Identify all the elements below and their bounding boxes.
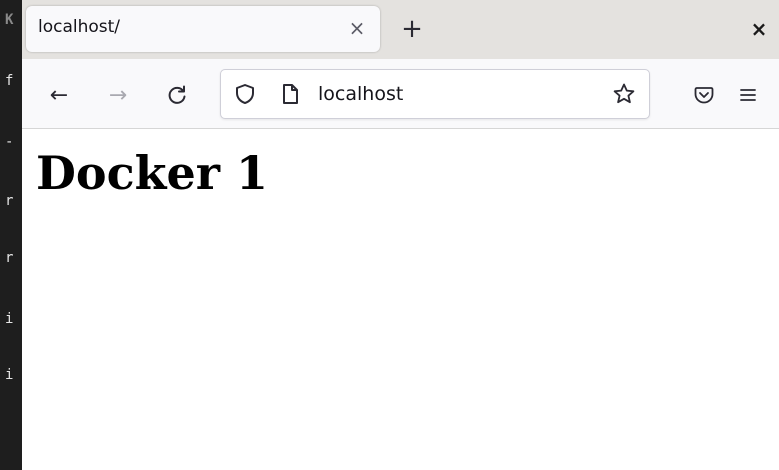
tab-strip: localhost/ × + ×: [22, 0, 779, 59]
tab-close-icon[interactable]: ×: [344, 15, 370, 41]
back-arrow-icon[interactable]: ←: [44, 80, 74, 110]
reload-icon-glyph: [168, 85, 186, 104]
terminal-line: -: [5, 134, 14, 150]
window-close-icon[interactable]: ×: [746, 16, 772, 42]
navigation-toolbar: ← → localhost: [22, 59, 779, 129]
terminal-line: f: [5, 73, 14, 89]
url-text[interactable]: localhost: [318, 83, 403, 105]
page-content: Docker 1: [22, 130, 779, 470]
reload-icon[interactable]: [162, 80, 192, 110]
terminal-line: r: [5, 193, 14, 209]
pocket-icon[interactable]: [689, 80, 719, 110]
browser-window: localhost/ × + × ← → localhost Docker 1: [22, 0, 779, 470]
screen: K f - r r i i localhost/ × + × ← → local…: [0, 0, 779, 470]
forward-arrow-icon[interactable]: →: [103, 80, 133, 110]
terminal-line: r: [5, 250, 14, 266]
terminal-line: i: [5, 311, 14, 327]
url-bar[interactable]: localhost: [220, 69, 650, 119]
terminal-line: i: [5, 367, 14, 383]
new-tab-icon[interactable]: +: [398, 14, 426, 44]
terminal-window-edge: K f - r r i i: [0, 0, 22, 470]
hamburger-menu-icon[interactable]: [733, 80, 763, 110]
terminal-line: K: [5, 12, 14, 28]
page-heading: Docker 1: [36, 146, 268, 200]
page-icon[interactable]: [278, 82, 302, 106]
shield-icon[interactable]: [233, 82, 257, 106]
tab-localhost[interactable]: localhost/ ×: [26, 6, 380, 52]
tab-title: localhost/: [38, 17, 121, 37]
star-icon[interactable]: [612, 82, 636, 106]
